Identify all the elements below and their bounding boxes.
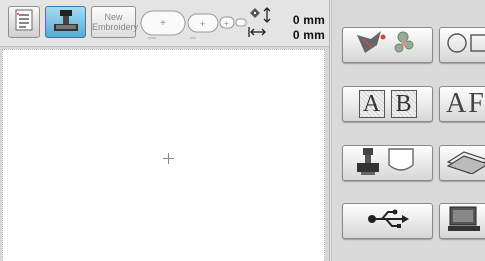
machine-pocket-icon xyxy=(353,146,423,181)
decorative-alphabet-button[interactable]: AF xyxy=(439,86,485,122)
decorative-alphabet-icon: AF xyxy=(446,88,485,119)
pattern-list-button[interactable] xyxy=(8,6,40,38)
frame-shapes-icon xyxy=(446,30,485,61)
alphabet-b-label: B xyxy=(390,90,417,118)
svg-text:+: + xyxy=(200,19,205,29)
usb-media-button[interactable] xyxy=(342,203,433,239)
new-embroidery-line2: Embroidery xyxy=(92,22,139,32)
embroidery-pattern-button[interactable] xyxy=(342,27,433,63)
floral-pattern-icon xyxy=(353,29,423,62)
offset-arrows-icon xyxy=(247,6,275,45)
character-pattern-button[interactable]: A B xyxy=(342,86,433,122)
vertical-offset-readout: 0 mm xyxy=(292,13,325,27)
machine-memory-button[interactable] xyxy=(342,145,433,181)
new-embroidery-button[interactable]: New Embroidery xyxy=(91,6,139,38)
embroidery-canvas[interactable] xyxy=(2,49,325,261)
sewing-machine-icon xyxy=(51,7,81,38)
embroidery-machine-button[interactable] xyxy=(45,6,86,38)
svg-text:+: + xyxy=(224,19,229,28)
computer-icon xyxy=(446,205,485,238)
frame-pattern-button[interactable] xyxy=(439,27,485,63)
alphabet-a-label: A xyxy=(358,90,385,118)
embroidery-frames-icon: + + + xyxy=(140,10,252,40)
horizontal-offset-readout: 0 mm xyxy=(292,28,325,42)
center-crosshair-icon xyxy=(163,153,174,164)
alphabet-characters-icon: A B xyxy=(358,90,417,118)
pattern-card-button[interactable] xyxy=(439,145,485,181)
svg-text:+: + xyxy=(160,18,166,29)
computer-connection-button[interactable] xyxy=(439,203,485,239)
list-icon xyxy=(14,9,34,36)
usb-icon xyxy=(366,208,410,235)
top-toolbar: New Embroidery + + + 0 mm 0 mm xyxy=(0,0,329,47)
pattern-selection-panel: A B AF xyxy=(332,0,485,261)
pattern-cards-icon xyxy=(446,148,485,179)
new-embroidery-line1: New xyxy=(104,12,123,22)
